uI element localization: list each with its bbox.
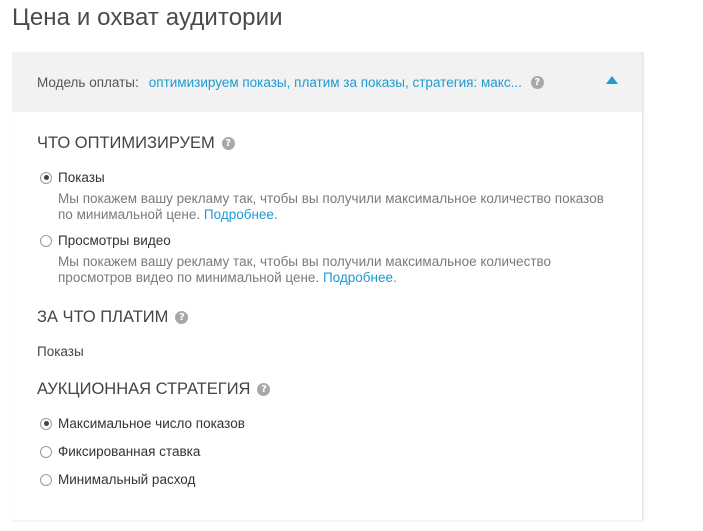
pricing-card: Модель оплаты: оптимизируем показы, плат… (12, 52, 643, 520)
section-title-optimize: ЧТО ОПТИМИЗИРУЕМ ? (37, 134, 235, 153)
option-description: Мы покажем вашу рекламу так, чтобы вы по… (58, 191, 604, 222)
more-link[interactable]: Подробнее (323, 270, 393, 285)
optimize-option-impressions[interactable]: Показы (40, 170, 105, 185)
option-label: Максимальное число показов (58, 416, 245, 431)
section-title-strategy-text: АУКЦИОННАЯ СТРАТЕГИЯ (37, 380, 251, 398)
optimize-option-impressions-desc: Мы покажем вашу рекламу так, чтобы вы по… (58, 191, 604, 222)
radio-fixed-bid[interactable] (40, 445, 52, 458)
pay-value: Показы (37, 344, 84, 359)
section-title-optimize-text: ЧТО ОПТИМИЗИРУЕМ (37, 134, 215, 152)
payment-model-header[interactable]: Модель оплаты: оптимизируем показы, плат… (12, 52, 642, 112)
help-icon[interactable]: ? (221, 137, 235, 150)
option-label: Просмотры видео (58, 233, 171, 248)
strategy-option-fixed-bid[interactable]: Фиксированная ставка (40, 444, 200, 459)
help-icon[interactable]: ? (530, 75, 544, 89)
page-title: Цена и охват аудитории (12, 4, 283, 31)
optimize-option-video-views[interactable]: Просмотры видео (40, 233, 171, 248)
section-title-strategy: АУКЦИОННАЯ СТРАТЕГИЯ ? (37, 380, 271, 399)
strategy-option-max-impressions[interactable]: Максимальное число показов (40, 416, 245, 431)
more-link[interactable]: Подробнее (204, 207, 274, 222)
strategy-option-min-spend[interactable]: Минимальный расход (40, 472, 195, 487)
radio-max-impressions[interactable] (40, 417, 52, 430)
payment-model-value[interactable]: оптимизируем показы, платим за показы, с… (149, 75, 522, 90)
optimize-option-video-views-desc: Мы покажем вашу рекламу так, чтобы вы по… (58, 254, 552, 285)
option-label: Минимальный расход (58, 472, 196, 487)
radio-min-spend[interactable] (40, 473, 52, 486)
section-title-pay: ЗА ЧТО ПЛАТИМ ? (37, 308, 189, 327)
radio-video-views[interactable] (40, 234, 52, 247)
collapse-arrow-icon[interactable] (606, 76, 618, 84)
payment-model-label: Модель оплаты: (37, 74, 139, 90)
help-icon[interactable]: ? (257, 383, 271, 396)
option-label: Показы (58, 170, 105, 185)
option-description: Мы покажем вашу рекламу так, чтобы вы по… (58, 254, 552, 285)
section-title-pay-text: ЗА ЧТО ПЛАТИМ (37, 308, 169, 326)
help-icon[interactable]: ? (175, 311, 189, 324)
radio-impressions[interactable] (40, 171, 52, 184)
option-label: Фиксированная ставка (58, 444, 201, 459)
